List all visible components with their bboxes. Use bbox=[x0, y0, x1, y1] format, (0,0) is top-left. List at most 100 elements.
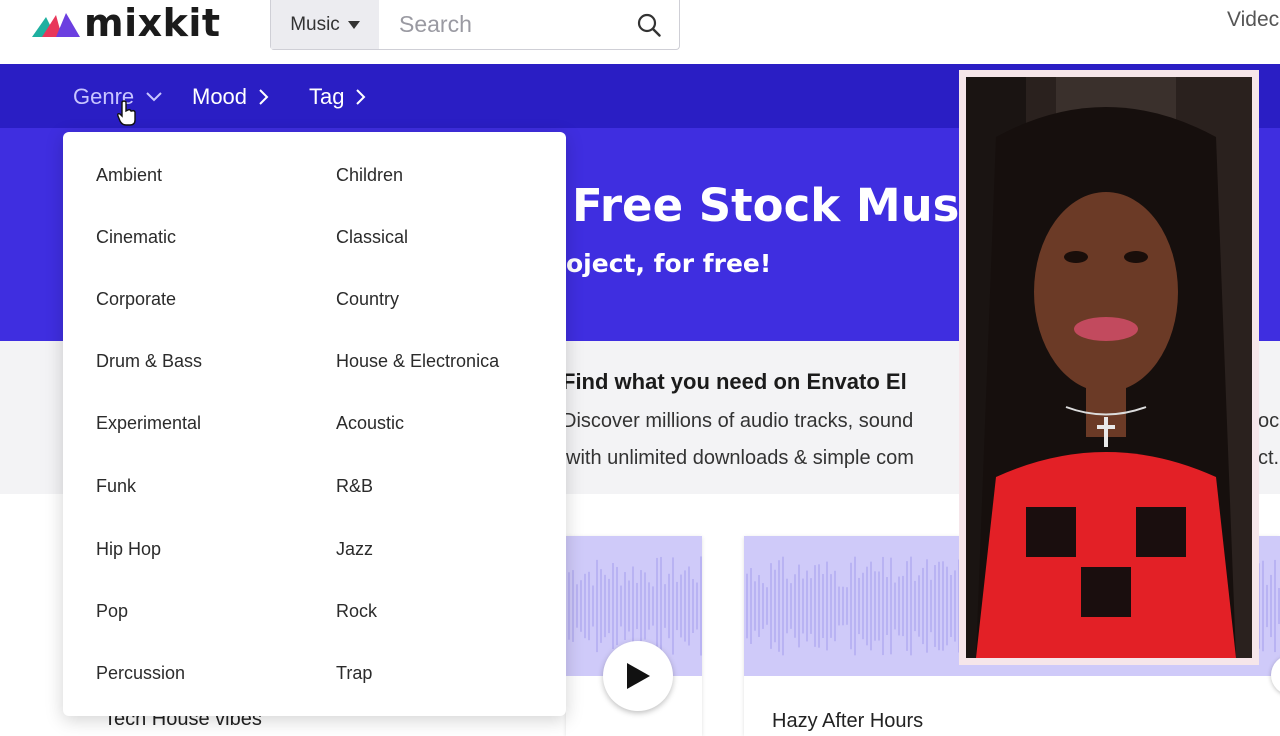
waveform-bar bbox=[700, 556, 702, 656]
waveform-bar bbox=[676, 581, 678, 631]
waveform-bar bbox=[664, 584, 666, 628]
waveform-bar bbox=[766, 587, 768, 625]
genre-dropdown-menu: Ambient Cinematic Corporate Drum & Bass … bbox=[63, 132, 566, 716]
waveform-bar bbox=[604, 574, 606, 638]
waveform-bar bbox=[814, 565, 816, 647]
waveform-bar bbox=[758, 575, 760, 637]
waveform-bar bbox=[926, 559, 928, 653]
genre-option[interactable]: Funk bbox=[96, 476, 136, 497]
waveform-bar bbox=[692, 579, 694, 633]
genre-option[interactable]: House & Electronica bbox=[336, 351, 499, 372]
waveform-bar bbox=[830, 574, 832, 638]
waveform-bar bbox=[842, 586, 844, 626]
waveform-bar bbox=[1270, 574, 1272, 638]
hand-cursor-icon bbox=[117, 100, 136, 126]
genre-option[interactable]: R&B bbox=[336, 476, 373, 497]
waveform-bar bbox=[950, 575, 952, 637]
chevron-down-icon bbox=[146, 92, 162, 102]
genre-option[interactable]: Corporate bbox=[96, 289, 176, 310]
waveform-bar bbox=[612, 562, 614, 650]
waveform-bar bbox=[894, 582, 896, 630]
waveform-bar bbox=[600, 569, 602, 643]
waveform-bar bbox=[798, 564, 800, 648]
waveform-bar bbox=[684, 570, 686, 642]
search-category-label: Music bbox=[290, 13, 340, 35]
waveform-bar bbox=[954, 570, 956, 642]
chevron-right-icon bbox=[356, 89, 366, 105]
genre-option[interactable]: Country bbox=[336, 289, 399, 310]
waveform-bar bbox=[910, 556, 912, 656]
envato-text-line-2: with unlimited downloads & simple com bbox=[566, 447, 914, 469]
waveform-bar bbox=[934, 565, 936, 647]
genre-option[interactable]: Hip Hop bbox=[96, 539, 161, 560]
waveform-bar bbox=[1262, 560, 1264, 652]
genre-option[interactable]: Experimental bbox=[96, 413, 201, 434]
nav-mood[interactable]: Mood bbox=[192, 84, 269, 110]
waveform-bar bbox=[818, 564, 820, 648]
genre-option[interactable]: Jazz bbox=[336, 539, 373, 560]
top-bar: mixkit Music Search Videc bbox=[0, 0, 1280, 64]
waveform-bar bbox=[616, 566, 618, 646]
waveform-bar bbox=[870, 561, 872, 651]
waveform-bar bbox=[882, 556, 884, 656]
search-category-select[interactable]: Music bbox=[271, 0, 379, 49]
nav-tag-label: Tag bbox=[309, 84, 345, 109]
waveform-bar bbox=[640, 570, 642, 642]
hero-title: Free Stock Musi bbox=[572, 179, 975, 232]
mixkit-logo[interactable]: mixkit bbox=[32, 0, 221, 46]
waveform-bar bbox=[656, 557, 658, 655]
videos-link[interactable]: Videc bbox=[1227, 8, 1279, 32]
waveform-bar bbox=[660, 556, 662, 656]
play-icon bbox=[627, 663, 650, 689]
nav-mood-label: Mood bbox=[192, 84, 248, 109]
waveform-bar bbox=[596, 559, 598, 653]
waveform-bar bbox=[754, 581, 756, 631]
waveform-bar bbox=[794, 574, 796, 638]
waveform-bar bbox=[802, 578, 804, 634]
genre-option[interactable]: Acoustic bbox=[336, 413, 404, 434]
waveform-bar bbox=[942, 561, 944, 651]
hero-subtitle: oject, for free! bbox=[566, 249, 772, 278]
genre-option[interactable]: Drum & Bass bbox=[96, 351, 202, 372]
play-button[interactable] bbox=[603, 641, 673, 711]
waveform-bar bbox=[580, 580, 582, 632]
genre-option[interactable]: Rock bbox=[336, 601, 377, 622]
waveform-bar bbox=[878, 571, 880, 641]
waveform-bar bbox=[898, 576, 900, 636]
envato-text-right-2: ct. bbox=[1258, 447, 1280, 469]
waveform-bar bbox=[810, 578, 812, 634]
logo-text: mixkit bbox=[84, 1, 221, 45]
track-title[interactable]: Hazy After Hours bbox=[772, 710, 923, 733]
waveform-bar bbox=[850, 562, 852, 650]
genre-option[interactable]: Percussion bbox=[96, 663, 185, 684]
waveform-bar bbox=[648, 582, 650, 630]
waveform-bar bbox=[1266, 584, 1268, 628]
chevron-right-icon bbox=[259, 89, 269, 105]
waveform-bar bbox=[790, 583, 792, 629]
nav-tag[interactable]: Tag bbox=[309, 84, 366, 110]
search-input[interactable]: Search bbox=[379, 0, 619, 49]
waveform-bar bbox=[1274, 559, 1276, 653]
waveform-bar bbox=[938, 561, 940, 651]
genre-option[interactable]: Ambient bbox=[96, 165, 162, 186]
envato-title[interactable]: Find what you need on Envato El bbox=[562, 369, 907, 395]
waveform-bar bbox=[688, 566, 690, 646]
waveform-bar bbox=[906, 561, 908, 651]
waveform-bar bbox=[584, 573, 586, 639]
genre-option[interactable]: Trap bbox=[336, 663, 372, 684]
waveform-bar bbox=[672, 557, 674, 655]
waveform-bar bbox=[874, 571, 876, 641]
waveform-bar bbox=[696, 582, 698, 630]
search-button[interactable] bbox=[619, 0, 679, 49]
waveform-bar bbox=[778, 560, 780, 652]
waveform-bar bbox=[834, 570, 836, 642]
waveform-bar bbox=[822, 573, 824, 639]
genre-option[interactable]: Classical bbox=[336, 227, 408, 248]
genre-option[interactable]: Pop bbox=[96, 601, 128, 622]
genre-option[interactable]: Cinematic bbox=[96, 227, 176, 248]
genre-option[interactable]: Children bbox=[336, 165, 403, 186]
logo-mark-icon bbox=[32, 13, 80, 37]
waveform-bar bbox=[576, 584, 578, 628]
waveform-bar bbox=[746, 573, 748, 639]
waveform-bar bbox=[902, 575, 904, 637]
